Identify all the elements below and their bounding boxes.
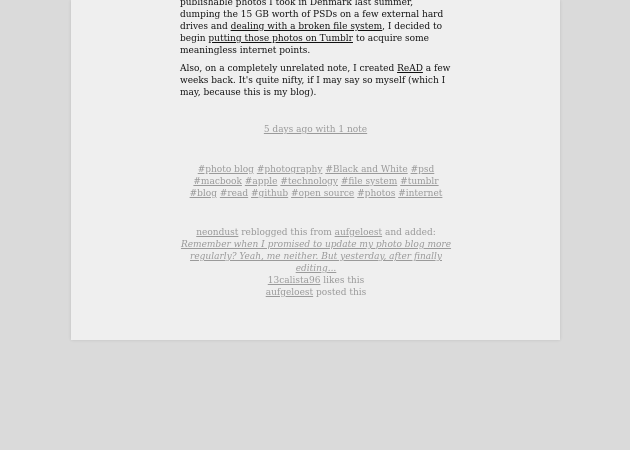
tag-link[interactable]: #blog <box>190 189 217 199</box>
note-text: reblogged this from <box>238 228 335 238</box>
tag-link[interactable]: #apple <box>245 177 278 187</box>
post-text: Also, on a completely unrelated note, I … <box>180 64 398 74</box>
tag-link[interactable]: #github <box>251 189 288 199</box>
reblog-quote-link[interactable]: Remember when I promised to update my ph… <box>181 240 451 274</box>
tag-link[interactable]: #Black and White <box>325 165 407 175</box>
like-note: 13calista96 likes this <box>171 275 461 287</box>
post-paragraph-2: Also, on a completely unrelated note, I … <box>180 63 455 99</box>
poster-user-link[interactable]: aufgeloest <box>266 288 313 298</box>
broken-file-system-link[interactable]: dealing with a broken file system <box>231 22 383 32</box>
post-note: aufgeloest posted this <box>171 287 461 299</box>
reblog-note: neondust reblogged this from aufgeloest … <box>171 227 461 239</box>
tag-link[interactable]: #file system <box>341 177 397 187</box>
reblog-source-link[interactable]: aufgeloest <box>335 228 382 238</box>
post-date-notes-link[interactable]: 5 days ago with 1 note <box>264 125 367 135</box>
tag-link[interactable]: #open source <box>291 189 354 199</box>
tag-link[interactable]: #technology <box>280 177 338 187</box>
tag-link[interactable]: #photography <box>257 165 323 175</box>
tag-link[interactable]: #psd <box>411 165 435 175</box>
post-body: publishable photos I took in Denmark las… <box>180 0 455 99</box>
post-meta: 5 days ago with 1 note <box>71 124 560 136</box>
tag-link[interactable]: #internet <box>398 189 442 199</box>
note-text: and added: <box>382 228 436 238</box>
tag-link[interactable]: #tumblr <box>400 177 438 187</box>
notes-list: neondust reblogged this from aufgeloest … <box>171 227 461 299</box>
read-project-link[interactable]: ReAD <box>397 64 423 74</box>
reblog-quote: Remember when I promised to update my ph… <box>171 239 461 275</box>
reblog-user-link[interactable]: neondust <box>196 228 238 238</box>
post-card: publishable photos I took in Denmark las… <box>71 0 560 340</box>
note-text: posted this <box>313 288 367 298</box>
tag-list: #photo blog #photography #Black and Whit… <box>181 164 451 200</box>
note-text: likes this <box>320 276 365 286</box>
photos-on-tumblr-link[interactable]: putting those photos on Tumblr <box>208 34 353 44</box>
tag-link[interactable]: #read <box>220 189 248 199</box>
tag-link[interactable]: #photos <box>357 189 395 199</box>
post-paragraph-1: publishable photos I took in Denmark las… <box>180 0 455 57</box>
tag-link[interactable]: #photo blog <box>198 165 254 175</box>
tag-link[interactable]: #macbook <box>193 177 242 187</box>
like-user-link[interactable]: 13calista96 <box>268 276 321 286</box>
